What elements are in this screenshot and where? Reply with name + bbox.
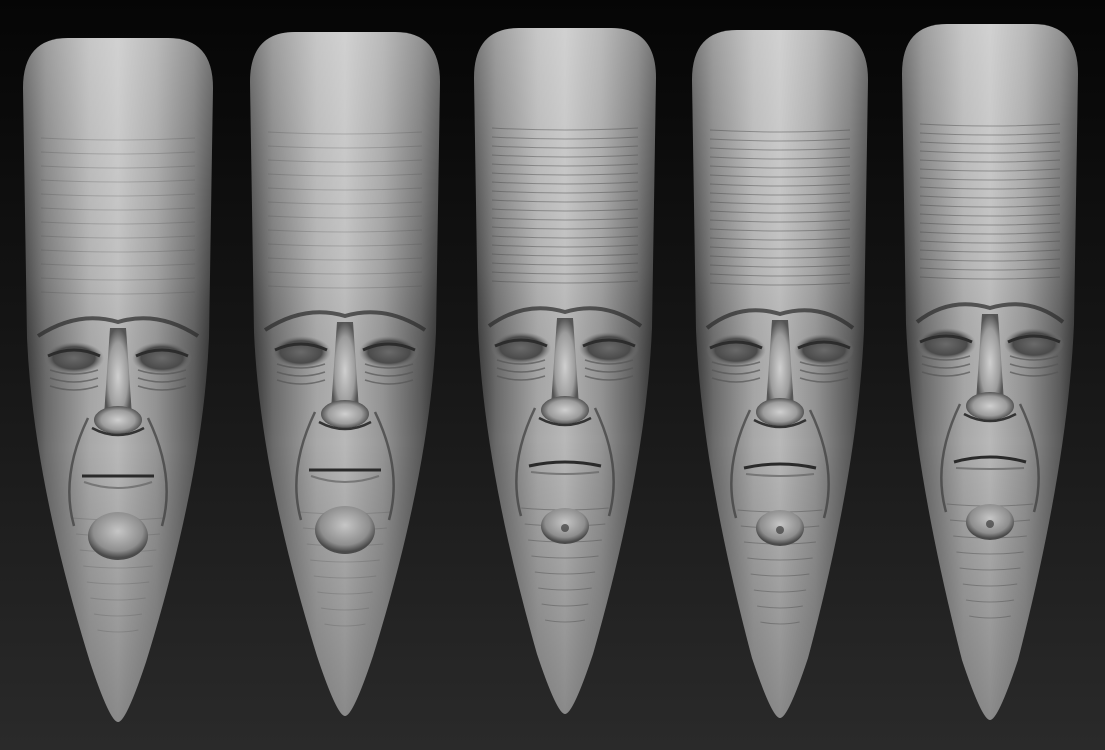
chin-dimple [561, 524, 569, 532]
left-eye-socket [44, 342, 104, 374]
render-viewport [0, 0, 1105, 750]
chin-dimple [986, 520, 994, 528]
chin [88, 512, 148, 560]
right-eye-socket [1004, 328, 1064, 360]
carrot-head-5 [902, 24, 1078, 720]
carrot-head-sculpts [23, 24, 1078, 722]
chin-dimple [776, 526, 784, 534]
right-eye-socket [359, 336, 419, 368]
left-eye-socket [271, 336, 331, 368]
chin [315, 506, 375, 554]
carrot-head-2 [250, 32, 440, 716]
left-eye-socket [916, 328, 976, 360]
nose-tip [756, 398, 804, 426]
nose-tip [94, 406, 142, 434]
right-eye-socket [132, 342, 192, 374]
nose-tip [321, 400, 369, 428]
nose-tip [541, 396, 589, 424]
carrot-head-1 [23, 38, 213, 722]
left-eye-socket [491, 332, 551, 364]
carrot-head-3 [474, 28, 656, 714]
nose-tip [966, 392, 1014, 420]
carrot-head-4 [692, 30, 868, 718]
right-eye-socket [579, 332, 639, 364]
left-eye-socket [706, 334, 766, 366]
right-eye-socket [794, 334, 854, 366]
